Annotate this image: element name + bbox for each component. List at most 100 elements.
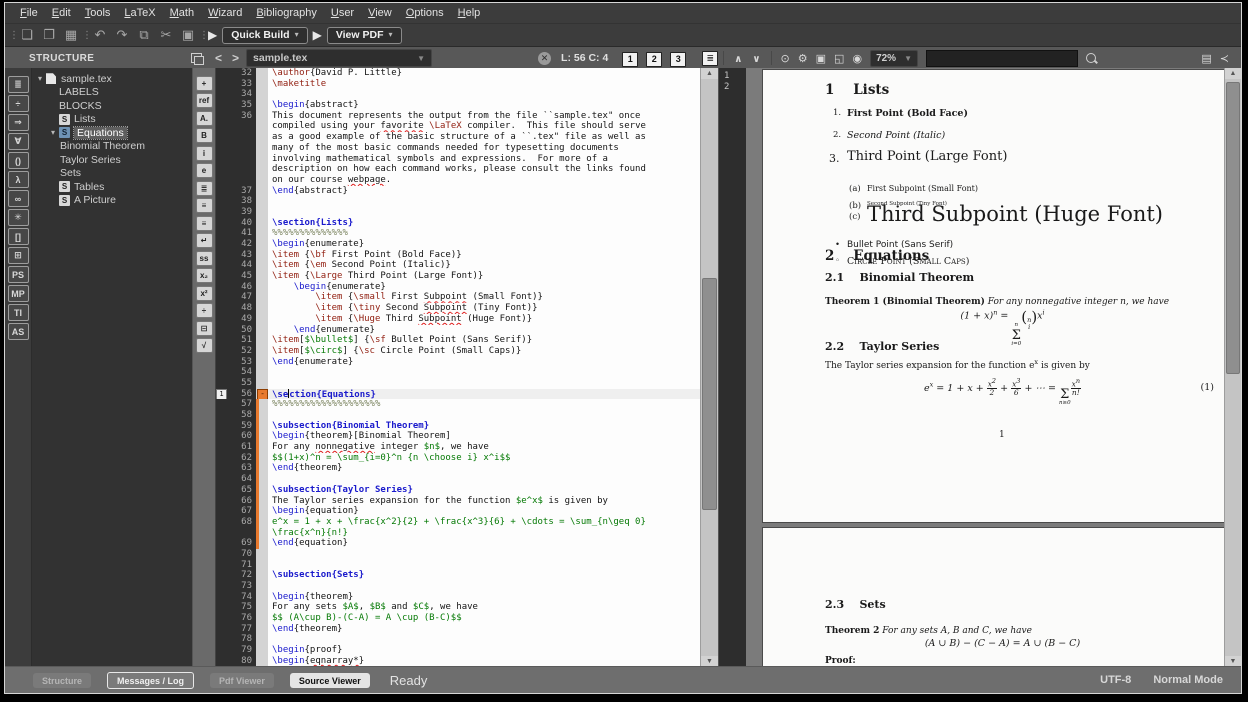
editor-row[interactable]: 78 [216, 634, 700, 645]
itemize-icon[interactable]: ≣ [196, 181, 213, 196]
print-icon[interactable]: ▤ [1197, 53, 1215, 65]
ref-icon[interactable]: ref [196, 93, 213, 108]
superscript-icon[interactable]: x² [196, 286, 213, 301]
smallcaps-icon[interactable]: ss [196, 251, 213, 266]
pdf-vertical-scrollbar[interactable]: ▲ ▼ [1224, 68, 1241, 667]
scroll-up-icon[interactable]: ▲ [701, 68, 718, 79]
structure-item-equations[interactable]: ▾SEquations [32, 126, 192, 140]
bookmark-3-button[interactable]: 3 [670, 52, 686, 67]
sqrt-icon[interactable]: √ [196, 338, 213, 353]
structure-item-labels[interactable]: LABELS [32, 86, 192, 100]
structure-item-a-picture[interactable]: SA Picture [32, 194, 192, 208]
menu-wizard[interactable]: Wizard [201, 5, 249, 21]
delimiters-icon[interactable]: () [8, 152, 29, 169]
close-document-icon[interactable]: ✕ [538, 52, 551, 65]
undo-icon[interactable]: ↶ [90, 26, 110, 44]
editor-scroll-thumb[interactable] [702, 278, 717, 510]
pdf-viewer[interactable]: 1 Lists 1.First Point (Bold Face)2.Secon… [746, 68, 1241, 667]
copy-icon[interactable]: ⧉ [134, 26, 154, 44]
editor-row[interactable]: on our course webpage. [216, 175, 700, 186]
editor-row[interactable]: 63\end{theorem} [216, 463, 700, 474]
structure-item-blocks[interactable]: BLOCKS [32, 99, 192, 113]
editor-row[interactable]: 156-\section{Equations} [216, 389, 700, 400]
editor-vertical-scrollbar[interactable]: ▲ ▼ [700, 68, 718, 667]
new-file-icon[interactable]: ❏ [17, 26, 37, 44]
paste-icon[interactable]: ▣ [178, 26, 198, 44]
presentation-icon[interactable]: ◉ [848, 53, 866, 65]
menu-user[interactable]: User [324, 5, 361, 21]
editor-row[interactable]: 72\subsection{Sets} [216, 570, 700, 581]
editor-row[interactable]: 59\subsection{Binomial Theorem} [216, 421, 700, 432]
pdf-zoom-selector[interactable]: 72%▼ [870, 50, 918, 67]
editor-row[interactable]: 79\begin{proof} [216, 645, 700, 656]
editor-row[interactable]: 34 [216, 89, 700, 100]
structure-item-lists[interactable]: SLists [32, 113, 192, 127]
editor-row[interactable]: involving mathematical symbols and expre… [216, 154, 700, 165]
editor-row[interactable]: 51\item[$\bullet$] {\sf Bullet Point (Sa… [216, 335, 700, 346]
next-document-icon[interactable]: > [227, 51, 244, 65]
editor-row[interactable]: 65\subsection{Taylor Series} [216, 485, 700, 496]
page-list-item[interactable]: 1 [724, 71, 746, 82]
misc-symbols-icon[interactable]: ∀ [8, 133, 29, 150]
editor-row[interactable]: 32\author{David P. Little} [216, 68, 700, 79]
cut-icon[interactable]: ✂ [156, 26, 176, 44]
menu-math[interactable]: Math [163, 5, 201, 21]
editor-row[interactable]: 68e^x = 1 + x + \frac{x^2}{2} + \frac{x^… [216, 517, 700, 528]
dfrac-icon[interactable]: ⊟ [196, 321, 213, 336]
misc-math-icon[interactable]: ∞ [8, 190, 29, 207]
search-icon[interactable] [1086, 53, 1096, 63]
subscript-icon[interactable]: x₂ [196, 268, 213, 283]
editor-row[interactable]: 47 \item {\small First Subpoint (Small F… [216, 292, 700, 303]
fit-page-icon[interactable]: ◱ [830, 53, 848, 65]
label-icon[interactable]: + [196, 76, 213, 91]
redo-icon[interactable]: ↷ [112, 26, 132, 44]
frac-icon[interactable]: ÷ [196, 303, 213, 318]
pdf-page-list[interactable]: 12 [718, 68, 746, 667]
structure-item-sample-tex[interactable]: ▾sample.tex [32, 72, 192, 86]
most-used-symbols-icon[interactable]: ≣ [8, 76, 29, 93]
relation-symbols-icon[interactable]: ÷ [8, 95, 29, 112]
editor-row[interactable]: 67\begin{equation} [216, 506, 700, 517]
newline-icon[interactable]: ↵ [196, 233, 213, 248]
editor-row[interactable]: 44\item {\em Second Point (Italic)} [216, 260, 700, 271]
editor-row[interactable]: 75For any sets $A$, $B$ and $C$, we have [216, 602, 700, 613]
metapost-icon[interactable]: MP [8, 285, 29, 302]
editor-row[interactable]: 73 [216, 581, 700, 592]
menu-edit[interactable]: Edit [45, 5, 78, 21]
pdf-search-input[interactable] [926, 50, 1078, 67]
editor-row[interactable]: 70 [216, 549, 700, 560]
editor-row[interactable]: 50 \end{enumerate} [216, 325, 700, 336]
brackets-icon[interactable]: [] [8, 228, 29, 245]
detach-pdf-icon[interactable]: ≺ [1216, 53, 1233, 65]
editor-row[interactable]: 55 [216, 378, 700, 389]
editor-row[interactable]: 62$$(1+x)^n = \sum_{i=0}^n {n \choose i}… [216, 453, 700, 464]
editor-row[interactable]: 40\section{Lists} [216, 218, 700, 229]
editor-row[interactable]: 71 [216, 560, 700, 571]
editor-row[interactable]: 61For any nonnegative integer $n$, we ha… [216, 442, 700, 453]
structure-item-sets[interactable]: Sets [32, 167, 192, 181]
bold-icon[interactable]: B [196, 128, 213, 143]
editor-row[interactable]: 69\end{equation} [216, 538, 700, 549]
structure-item-tables[interactable]: STables [32, 180, 192, 194]
page-list-item[interactable]: 2 [724, 82, 746, 93]
editor-row[interactable]: 64 [216, 474, 700, 485]
menu-tools[interactable]: Tools [78, 5, 118, 21]
pdf-scroll-thumb[interactable] [1226, 82, 1240, 374]
structure-item-taylor-series[interactable]: Taylor Series [32, 153, 192, 167]
pstricks-icon[interactable]: PS [8, 266, 29, 283]
editor-row[interactable]: 58 [216, 410, 700, 421]
save-icon[interactable]: ▦ [61, 26, 81, 44]
structure-list-icon[interactable]: ≣ [702, 51, 718, 66]
editor-row[interactable]: 37\end{abstract} [216, 186, 700, 197]
italic-icon[interactable]: i [196, 146, 213, 161]
enumerate-icon[interactable]: ≡ [196, 198, 213, 213]
detach-panel-icon[interactable] [191, 53, 202, 63]
previous-page-icon[interactable]: ∧ [729, 54, 747, 65]
editor-row[interactable]: description on how each command works, p… [216, 164, 700, 175]
editor-row[interactable]: compiled using your favorite \LaTeX comp… [216, 121, 700, 132]
editor-row[interactable]: 74\begin{theorem} [216, 592, 700, 603]
menu-help[interactable]: Help [451, 5, 488, 21]
scroll-up-icon[interactable]: ▲ [1225, 68, 1241, 79]
editor-row[interactable]: 54 [216, 367, 700, 378]
bookmark-1-button[interactable]: 1 [622, 52, 638, 67]
